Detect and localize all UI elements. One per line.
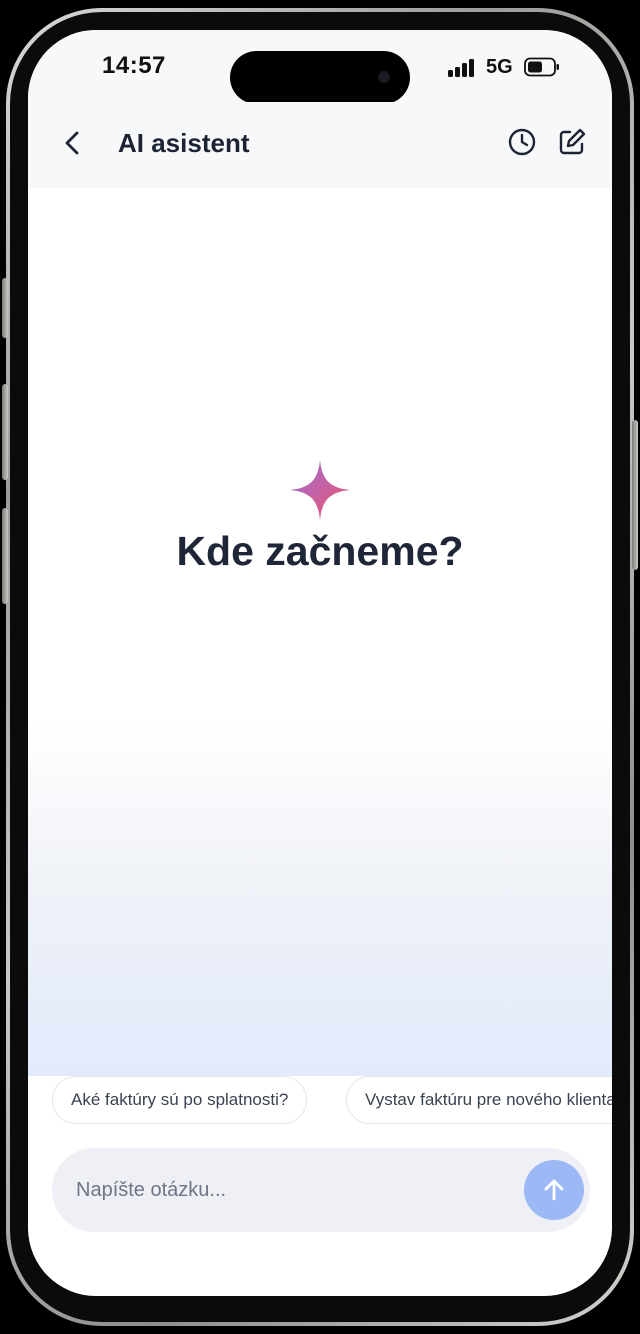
question-input[interactable] [74, 1148, 494, 1232]
status-bar: 14:57 5G [28, 30, 612, 104]
send-button[interactable] [524, 1160, 584, 1220]
sparkle-icon [290, 460, 350, 520]
action-button [2, 278, 8, 338]
arrow-up-icon [544, 1179, 564, 1201]
status-time: 14:57 [102, 52, 166, 79]
navigation-bar: AI asistent [28, 102, 612, 188]
history-button[interactable] [506, 126, 538, 158]
composer [52, 1148, 590, 1232]
new-chat-button[interactable] [556, 126, 588, 158]
chat-area: Kde začneme? [28, 188, 612, 1076]
dynamic-island [230, 51, 410, 104]
network-type: 5G [486, 56, 513, 78]
suggestion-chips: Aké faktúry sú po splatnosti? Vystav fak… [28, 1076, 612, 1124]
page-title: AI asistent [118, 128, 250, 158]
volume-down-button [2, 508, 8, 604]
cellular-signal-icon [448, 59, 476, 77]
chevron-left-icon [65, 131, 79, 155]
app-screen: 14:57 5G AI asistent Kde začneme? Aké fa… [28, 30, 612, 1296]
back-button[interactable] [58, 128, 88, 158]
front-camera [378, 71, 390, 83]
suggestion-chip-overdue-invoices[interactable]: Aké faktúry sú po splatnosti? [52, 1076, 308, 1124]
welcome-heading: Kde začneme? [176, 528, 464, 574]
suggestion-chip-new-invoice[interactable]: Vystav faktúru pre nového klienta [346, 1076, 612, 1124]
power-button [632, 420, 638, 570]
battery-icon [524, 57, 559, 77]
clock-icon [508, 128, 536, 156]
compose-icon [559, 128, 586, 155]
volume-up-button [2, 384, 8, 480]
